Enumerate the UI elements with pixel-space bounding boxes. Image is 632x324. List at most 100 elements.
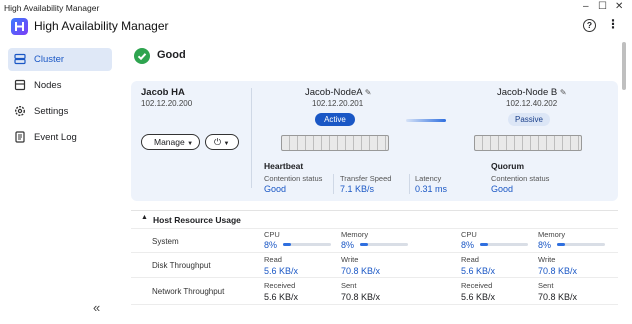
sidebar: Cluster Nodes Settings Event Log	[0, 40, 120, 324]
sidebar-item-label: Settings	[34, 106, 69, 117]
settings-icon	[14, 105, 26, 117]
quorum-contention-value: Good	[491, 184, 514, 194]
memory-label: Memory	[538, 230, 566, 239]
write-value: 70.8 KB/x	[341, 266, 381, 276]
row-label-network: Network Throughput	[152, 287, 225, 296]
minimize-button[interactable]: –	[583, 1, 589, 12]
latency-value: 0.31 ms	[415, 184, 448, 194]
app-title: High Availability Manager	[34, 19, 169, 33]
quorum-title: Quorum	[491, 161, 525, 171]
write-label: Write	[341, 255, 359, 264]
card-divider	[251, 88, 252, 188]
sent-label: Sent	[341, 281, 357, 290]
cpu-value: 8%	[264, 240, 278, 250]
ha-ip: 102.12.20.200	[141, 99, 193, 108]
transfer-speed-value: 7.1 KB/s	[340, 184, 375, 194]
cluster-status: Good	[157, 49, 186, 61]
manage-label: Manage	[154, 137, 185, 147]
cpu-usage-fill	[283, 243, 291, 246]
node-b-role-badge: Passive	[508, 113, 550, 126]
node-b-name: Jacob-Node B ✎	[497, 87, 567, 98]
write-label: Write	[538, 255, 556, 264]
power-button[interactable]: ⏻ ▼	[205, 134, 239, 150]
cpu-value: 8%	[461, 240, 475, 250]
more-options-icon[interactable]: ⋮	[607, 17, 619, 31]
heartbeat-contention-value: Good	[264, 184, 287, 194]
status-good-icon	[134, 48, 150, 64]
node-a-role-badge: Active	[315, 113, 355, 126]
memory-value: 8%	[341, 240, 355, 250]
row-divider	[131, 304, 618, 305]
cluster-icon	[14, 53, 26, 65]
host-resource-title: Host Resource Usage	[153, 215, 241, 225]
maximize-button[interactable]: ☐	[598, 1, 607, 12]
close-button[interactable]: ✕	[615, 1, 623, 12]
window-title: High Availability Manager	[4, 3, 100, 13]
chevron-down-icon: ▼	[223, 141, 230, 147]
memory-usage-fill	[360, 243, 368, 246]
sidebar-item-settings[interactable]: Settings	[8, 100, 112, 123]
sidebar-item-label: Event Log	[34, 132, 77, 143]
power-icon: ⏻	[214, 137, 222, 147]
heartbeat-title: Heartbeat	[264, 161, 304, 171]
event-log-icon	[15, 131, 25, 143]
collapse-sidebar-icon[interactable]: «	[93, 300, 100, 315]
cpu-label: CPU	[264, 230, 280, 239]
read-value: 5.6 KB/x	[461, 266, 496, 276]
nodes-icon	[14, 79, 26, 91]
memory-value: 8%	[538, 240, 552, 250]
memory-usage-fill	[557, 243, 565, 246]
collapse-caret-icon[interactable]: ▲	[141, 214, 148, 221]
received-label: Received	[461, 281, 493, 290]
row-label-disk: Disk Throughput	[152, 261, 211, 270]
heartbeat-contention-label: Contention status	[264, 174, 323, 183]
node-a-server-icon	[281, 135, 389, 151]
cpu-usage-bar	[480, 243, 528, 246]
help-icon[interactable]: ?	[583, 19, 596, 32]
row-divider	[131, 252, 618, 253]
sidebar-item-cluster[interactable]: Cluster	[8, 48, 112, 71]
sidebar-item-label: Nodes	[34, 80, 62, 91]
scrollbar[interactable]	[622, 42, 626, 90]
cpu-label: CPU	[461, 230, 477, 239]
app-header: High Availability Manager ? ⋮	[0, 14, 632, 40]
manage-button[interactable]: Manage ▼	[141, 134, 200, 150]
window-title-bar: High Availability Manager	[0, 0, 632, 14]
latency-label: Latency	[415, 174, 442, 183]
edit-icon[interactable]: ✎	[560, 88, 567, 97]
ha-name: Jacob HA	[141, 87, 185, 98]
node-b-server-icon	[474, 135, 582, 151]
sent-value: 70.8 KB/x	[341, 292, 381, 302]
column-divider	[409, 174, 410, 194]
received-label: Received	[264, 281, 296, 290]
received-value: 5.6 KB/x	[264, 292, 299, 302]
row-divider	[131, 228, 618, 229]
edit-icon[interactable]: ✎	[365, 88, 372, 97]
memory-usage-bar	[557, 243, 605, 246]
heartbeat-link	[406, 119, 446, 122]
cpu-usage-bar	[283, 243, 331, 246]
row-divider	[131, 277, 618, 278]
sent-value: 70.8 KB/x	[538, 292, 578, 302]
sidebar-item-label: Cluster	[34, 54, 65, 65]
received-value: 5.6 KB/x	[461, 292, 496, 302]
read-label: Read	[461, 255, 479, 264]
node-a-name: Jacob-NodeA ✎	[305, 87, 372, 98]
column-divider	[333, 174, 334, 194]
cpu-usage-fill	[480, 243, 488, 246]
read-value: 5.6 KB/x	[264, 266, 299, 276]
sent-label: Sent	[538, 281, 554, 290]
write-value: 70.8 KB/x	[538, 266, 578, 276]
node-a-ip: 102.12.20.201	[312, 99, 364, 108]
node-b-ip: 102.12.40.202	[506, 99, 558, 108]
row-label-system: System	[152, 237, 179, 246]
app-logo-icon	[11, 18, 28, 35]
quorum-contention-label: Contention status	[491, 174, 550, 183]
read-label: Read	[264, 255, 282, 264]
memory-label: Memory	[341, 230, 369, 239]
chevron-down-icon: ▼	[187, 141, 194, 147]
transfer-speed-label: Transfer Speed	[340, 174, 392, 183]
memory-usage-bar	[360, 243, 408, 246]
sidebar-item-event-log[interactable]: Event Log	[8, 126, 112, 149]
sidebar-item-nodes[interactable]: Nodes	[8, 74, 112, 97]
